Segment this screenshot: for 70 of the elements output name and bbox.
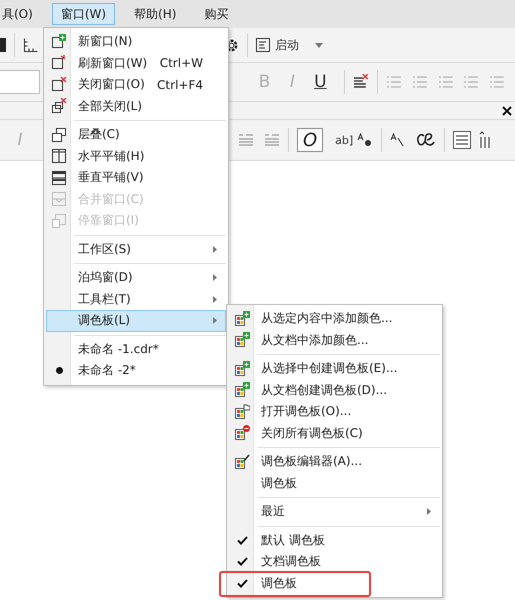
menu-item[interactable]: 新窗口(N) bbox=[46, 31, 226, 52]
menu-item[interactable]: 未命名 -1.cdr* bbox=[46, 338, 226, 360]
stacked-windows-x-icon bbox=[51, 98, 67, 114]
columns-icon bbox=[51, 148, 67, 164]
palette-plus-icon bbox=[234, 310, 250, 327]
menu-item[interactable]: 工具栏(T) bbox=[46, 288, 226, 310]
caret-icon[interactable] bbox=[315, 42, 323, 48]
submenu-arrow-icon bbox=[213, 317, 217, 324]
check-icon bbox=[236, 578, 248, 588]
submenu-arrow-icon bbox=[213, 296, 217, 303]
format-button[interactable]: U bbox=[308, 72, 332, 92]
submenu-arrow-icon bbox=[427, 508, 431, 516]
check-icon bbox=[236, 536, 248, 545]
stacked-windows-icon bbox=[51, 126, 67, 143]
palette-minus-icon bbox=[234, 425, 250, 442]
menu-bar-item[interactable]: 窗口(W) bbox=[52, 3, 116, 25]
menu-item[interactable]: 文档调色板 bbox=[229, 551, 440, 572]
italic-toggle-button[interactable]: O bbox=[297, 128, 324, 152]
menu-item[interactable]: 调色板(L) bbox=[46, 310, 226, 332]
menu-item[interactable]: 调色板 bbox=[229, 472, 440, 494]
menu-item[interactable]: 未命名 -2* bbox=[46, 360, 226, 382]
close-icon[interactable] bbox=[502, 106, 512, 116]
menu-item[interactable]: 调色板编辑器(A)... bbox=[229, 451, 440, 472]
palette-plus-icon bbox=[234, 332, 250, 348]
submenu-arrow-icon bbox=[213, 274, 217, 282]
menu-item[interactable]: 默认 调色板 bbox=[229, 530, 440, 551]
menu-bar-item[interactable]: 购买 bbox=[195, 3, 238, 25]
palette-pen-icon bbox=[234, 454, 250, 470]
character-settings-icon[interactable] bbox=[357, 133, 374, 147]
window-x-icon bbox=[51, 76, 67, 93]
menu-item[interactable]: 打开调色板(O)... bbox=[229, 401, 440, 422]
window-plus-icon bbox=[51, 34, 67, 50]
palette-plus-icon bbox=[234, 382, 250, 398]
palette-plus-icon bbox=[234, 360, 250, 377]
text-frame-button[interactable]: ab] bbox=[331, 134, 358, 146]
menu-item[interactable]: 关闭窗口(O) Ctrl+F4 bbox=[46, 74, 226, 96]
menu-item[interactable]: 从文档中添加颜色... bbox=[229, 330, 440, 351]
menu-bar-item[interactable]: 帮助(H) bbox=[125, 3, 186, 25]
dock-icon bbox=[51, 212, 67, 229]
check-icon bbox=[236, 557, 248, 566]
menu-item[interactable]: 调色板 bbox=[229, 572, 440, 594]
shortcut-text: Ctrl+F4 bbox=[157, 78, 203, 92]
rows-icon bbox=[51, 170, 67, 186]
ruler-icon[interactable] bbox=[23, 37, 39, 53]
menu-item[interactable]: 垂直平铺(V) bbox=[46, 167, 226, 188]
kerning-icon[interactable] bbox=[390, 133, 406, 147]
menu-item[interactable]: 关闭所有调色板(C) bbox=[229, 422, 440, 444]
menu-item[interactable]: 最近 bbox=[229, 501, 440, 522]
menu-bar-item[interactable]: 具(O) bbox=[0, 3, 42, 25]
submenu-arrow-icon bbox=[213, 246, 217, 253]
menu-item[interactable]: 水平平铺(H) bbox=[46, 146, 226, 167]
bullet-icon bbox=[56, 367, 62, 374]
text-box-icon[interactable] bbox=[453, 131, 472, 149]
menu-item[interactable]: 从选择中创建调色板(E)... bbox=[229, 358, 440, 380]
menu-item[interactable]: 刷新窗口(W) Ctrl+W bbox=[46, 52, 226, 74]
input-field[interactable] bbox=[0, 70, 40, 94]
panel-icon[interactable] bbox=[256, 38, 270, 52]
menu-item[interactable]: 工作区(S) bbox=[46, 238, 226, 260]
menu-item[interactable]: 层叠(C) bbox=[46, 124, 226, 146]
shortcut-text: Ctrl+W bbox=[160, 56, 203, 70]
menu-item[interactable]: 泊坞窗(D) bbox=[46, 267, 226, 288]
launch-button[interactable]: 启动 bbox=[275, 36, 299, 54]
ligature-icon[interactable] bbox=[416, 132, 436, 148]
menu-item[interactable]: 全部关闭(L) bbox=[46, 96, 226, 117]
merge-icon bbox=[51, 191, 67, 208]
menu-item[interactable]: 从选定内容中添加颜色... bbox=[229, 308, 440, 330]
fill-x-icon[interactable] bbox=[353, 74, 370, 90]
menu-item[interactable]: 从文档创建调色板(D)... bbox=[229, 380, 440, 401]
window-arrow-icon bbox=[51, 55, 67, 72]
palette-folder-icon bbox=[234, 404, 250, 420]
